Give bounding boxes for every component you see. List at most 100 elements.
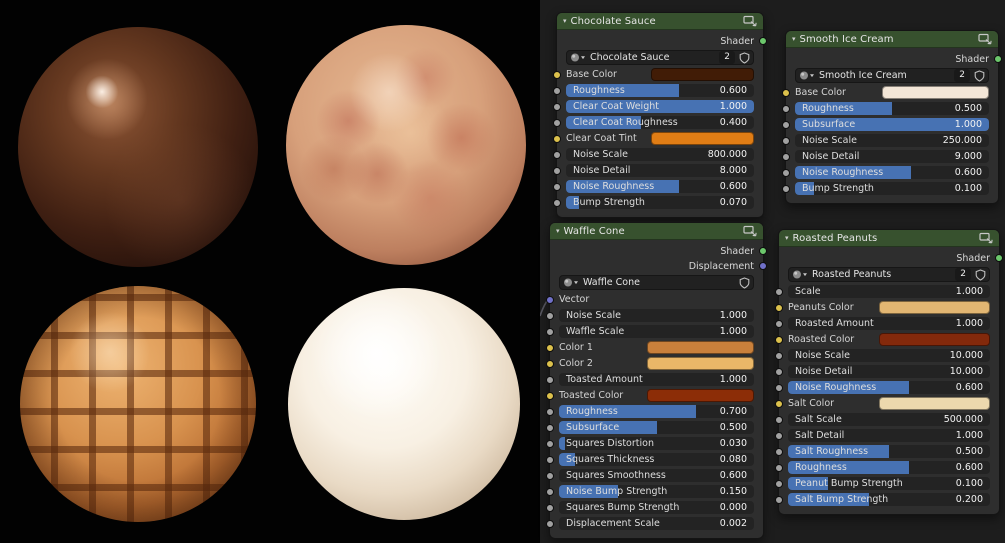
noise-detail-field[interactable]: Noise Detail8.000 xyxy=(566,164,754,177)
base-color-swatch[interactable] xyxy=(651,68,754,81)
input-socket-float[interactable] xyxy=(546,456,554,464)
output-socket-shader[interactable] xyxy=(759,247,767,255)
clear-coat-weight-field[interactable]: Clear Coat Weight1.000 xyxy=(566,100,754,113)
squares-bump-strength-field[interactable]: Squares Bump Strength0.000 xyxy=(559,501,754,514)
collapse-chevron-icon[interactable]: ▾ xyxy=(785,235,789,242)
peanuts-color-swatch[interactable] xyxy=(879,301,990,314)
input-socket-float[interactable] xyxy=(546,424,554,432)
input-socket-color[interactable] xyxy=(782,89,790,97)
fake-user-shield-icon[interactable] xyxy=(974,70,985,82)
noise-scale-field[interactable]: Noise Scale250.000 xyxy=(795,134,989,147)
input-socket-vector[interactable] xyxy=(546,296,554,304)
users-count[interactable]: 2 xyxy=(954,69,970,82)
input-socket-float[interactable] xyxy=(782,137,790,145)
input-socket-float[interactable] xyxy=(546,440,554,448)
smooth-ice-cream-preview-sphere[interactable] xyxy=(288,288,520,520)
input-socket-color[interactable] xyxy=(546,392,554,400)
roasted-amount-field[interactable]: Roasted Amount1.000 xyxy=(788,317,990,330)
node-smooth-ice-cream[interactable]: ▾Smooth Ice CreamShaderSmooth Ice Cream2… xyxy=(785,30,999,204)
squares-distortion-field[interactable]: Squares Distortion0.030 xyxy=(559,437,754,450)
input-socket-float[interactable] xyxy=(775,320,783,328)
input-socket-float[interactable] xyxy=(775,288,783,296)
group-datablock-selector[interactable]: Smooth Ice Cream2 xyxy=(795,68,989,83)
noise-scale-field[interactable]: Noise Scale10.000 xyxy=(788,349,990,362)
input-socket-float[interactable] xyxy=(775,384,783,392)
input-socket-float[interactable] xyxy=(775,464,783,472)
node-header[interactable]: ▾Chocolate Sauce xyxy=(557,13,763,30)
input-socket-color[interactable] xyxy=(546,344,554,352)
roughness-field[interactable]: Roughness0.700 xyxy=(559,405,754,418)
group-datablock-selector[interactable]: Roasted Peanuts2 xyxy=(788,267,990,282)
peanut-bump-strength-field[interactable]: Peanut Bump Strength0.100 xyxy=(788,477,990,490)
clear-coat-roughness-field[interactable]: Clear Coat Roughness0.400 xyxy=(566,116,754,129)
bump-strength-field[interactable]: Bump Strength0.070 xyxy=(566,196,754,209)
fake-user-shield-icon[interactable] xyxy=(739,52,750,64)
collapse-chevron-icon[interactable]: ▾ xyxy=(563,18,567,25)
input-socket-float[interactable] xyxy=(782,185,790,193)
input-socket-color[interactable] xyxy=(553,71,561,79)
toasted-amount-field[interactable]: Toasted Amount1.000 xyxy=(559,373,754,386)
waffle-scale-field[interactable]: Waffle Scale1.000 xyxy=(559,325,754,338)
roughness-field[interactable]: Roughness0.600 xyxy=(788,461,990,474)
fake-user-shield-icon[interactable] xyxy=(975,269,986,281)
group-datablock-selector[interactable]: Waffle Cone xyxy=(559,275,754,290)
waffle-cone-preview-sphere[interactable] xyxy=(20,286,256,522)
group-datablock-selector[interactable]: Chocolate Sauce2 xyxy=(566,50,754,65)
roasted-color-swatch[interactable] xyxy=(879,333,990,346)
input-socket-float[interactable] xyxy=(546,520,554,528)
input-socket-float[interactable] xyxy=(553,199,561,207)
noise-roughness-field[interactable]: Noise Roughness0.600 xyxy=(566,180,754,193)
noise-roughness-field[interactable]: Noise Roughness0.600 xyxy=(795,166,989,179)
fake-user-shield-icon[interactable] xyxy=(739,277,750,289)
users-count[interactable]: 2 xyxy=(955,268,971,281)
input-socket-float[interactable] xyxy=(546,504,554,512)
shader-node-editor[interactable]: ▾Chocolate SauceShaderChocolate Sauce2Ba… xyxy=(540,0,1005,543)
material-browse-icon[interactable] xyxy=(563,277,579,288)
input-socket-float[interactable] xyxy=(546,472,554,480)
input-socket-float[interactable] xyxy=(775,448,783,456)
base-color-swatch[interactable] xyxy=(882,86,989,99)
input-socket-color[interactable] xyxy=(775,336,783,344)
input-socket-color[interactable] xyxy=(775,400,783,408)
output-socket-shader[interactable] xyxy=(759,37,767,45)
input-socket-float[interactable] xyxy=(553,103,561,111)
input-socket-float[interactable] xyxy=(782,169,790,177)
toasted-color-swatch[interactable] xyxy=(647,389,754,402)
salt-detail-field[interactable]: Salt Detail1.000 xyxy=(788,429,990,442)
salt-roughness-field[interactable]: Salt Roughness0.500 xyxy=(788,445,990,458)
input-socket-float[interactable] xyxy=(553,119,561,127)
output-socket-shader[interactable] xyxy=(994,55,1002,63)
displacement-scale-field[interactable]: Displacement Scale0.002 xyxy=(559,517,754,530)
collapse-chevron-icon[interactable]: ▾ xyxy=(556,228,560,235)
input-socket-float[interactable] xyxy=(775,432,783,440)
scale-field[interactable]: Scale1.000 xyxy=(788,285,990,298)
clear-coat-tint-swatch[interactable] xyxy=(651,132,754,145)
input-socket-float[interactable] xyxy=(782,105,790,113)
salt-color-swatch[interactable] xyxy=(879,397,990,410)
roughness-field[interactable]: Roughness0.600 xyxy=(566,84,754,97)
node-header[interactable]: ▾Roasted Peanuts xyxy=(779,230,999,247)
node-waffle-cone[interactable]: ▾Waffle ConeShaderDisplacementWaffle Con… xyxy=(549,222,764,539)
output-socket-shader[interactable] xyxy=(995,254,1003,262)
input-socket-float[interactable] xyxy=(775,480,783,488)
roughness-field[interactable]: Roughness0.500 xyxy=(795,102,989,115)
noise-scale-field[interactable]: Noise Scale800.000 xyxy=(566,148,754,161)
node-chocolate-sauce[interactable]: ▾Chocolate SauceShaderChocolate Sauce2Ba… xyxy=(556,12,764,218)
input-socket-float[interactable] xyxy=(775,368,783,376)
chocolate-sauce-preview-sphere[interactable] xyxy=(18,27,258,267)
users-count[interactable]: 2 xyxy=(719,51,735,64)
material-browse-icon[interactable] xyxy=(570,52,586,63)
strawberry-ice-cream-preview-sphere[interactable] xyxy=(286,25,526,265)
input-socket-color[interactable] xyxy=(553,135,561,143)
bump-strength-field[interactable]: Bump Strength0.100 xyxy=(795,182,989,195)
input-socket-float[interactable] xyxy=(553,183,561,191)
input-socket-float[interactable] xyxy=(775,496,783,504)
node-roasted-peanuts[interactable]: ▾Roasted PeanutsShaderRoasted Peanuts2Sc… xyxy=(778,229,1000,515)
input-socket-float[interactable] xyxy=(546,488,554,496)
input-socket-float[interactable] xyxy=(546,312,554,320)
subsurface-field[interactable]: Subsurface1.000 xyxy=(795,118,989,131)
noise-detail-field[interactable]: Noise Detail9.000 xyxy=(795,150,989,163)
salt-scale-field[interactable]: Salt Scale500.000 xyxy=(788,413,990,426)
3d-viewport[interactable] xyxy=(0,0,540,543)
collapse-chevron-icon[interactable]: ▾ xyxy=(792,36,796,43)
